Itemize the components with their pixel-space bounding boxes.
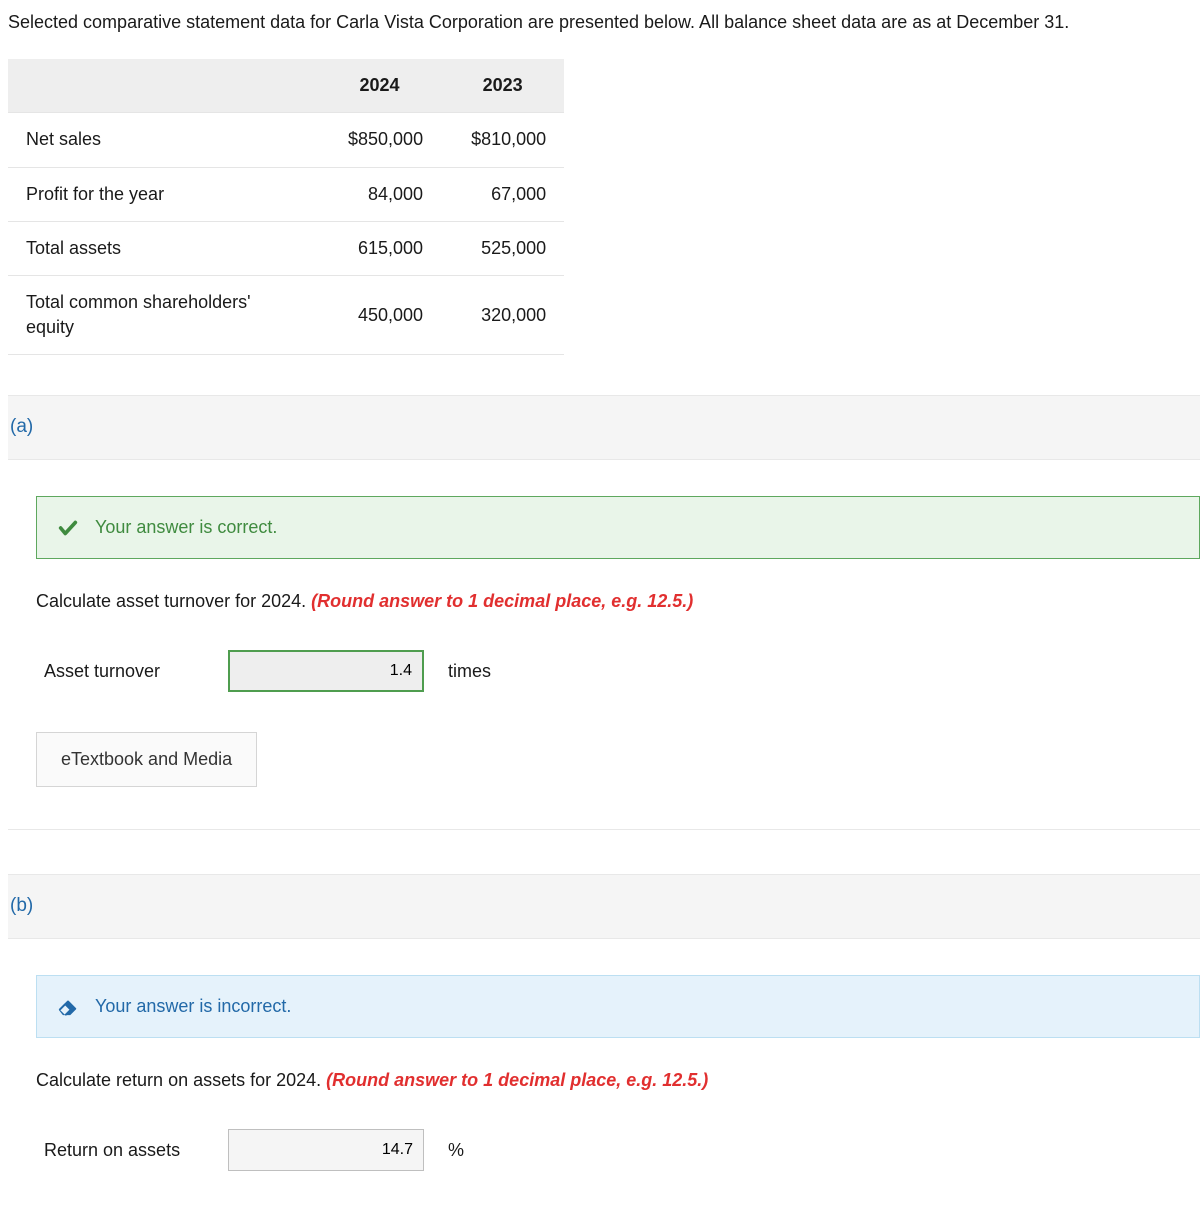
answer-unit: times <box>448 659 491 684</box>
part-b-label: (b) <box>8 874 1200 939</box>
prompt-hint: (Round answer to 1 decimal place, e.g. 1… <box>311 591 693 611</box>
col-header-2023: 2023 <box>441 59 564 113</box>
checkmark-icon <box>57 517 79 539</box>
part-a-label: (a) <box>8 395 1200 460</box>
return-on-assets-input[interactable] <box>228 1129 424 1171</box>
part-a-prompt: Calculate asset turnover for 2024. (Roun… <box>36 589 1200 614</box>
etextbook-media-button[interactable]: eTextbook and Media <box>36 732 257 787</box>
intro-text: Selected comparative statement data for … <box>8 10 1200 35</box>
feedback-text: Your answer is correct. <box>95 515 277 540</box>
eraser-icon <box>57 995 79 1017</box>
table-row: Profit for the year 84,000 67,000 <box>8 167 564 221</box>
asset-turnover-input[interactable] <box>228 650 424 692</box>
cell-value: 84,000 <box>318 167 441 221</box>
cell-value: $850,000 <box>318 113 441 167</box>
feedback-incorrect-banner: Your answer is incorrect. <box>36 975 1200 1038</box>
table-row: Net sales $850,000 $810,000 <box>8 113 564 167</box>
cell-value: 615,000 <box>318 221 441 275</box>
feedback-text: Your answer is incorrect. <box>95 994 291 1019</box>
part-a-answer-row: Asset turnover times <box>44 650 1200 692</box>
cell-value: 450,000 <box>318 275 441 354</box>
part-b-answer-row: Return on assets % <box>44 1129 1200 1171</box>
col-header-2024: 2024 <box>318 59 441 113</box>
prompt-main: Calculate return on assets for 2024. <box>36 1070 326 1090</box>
prompt-hint: (Round answer to 1 decimal place, e.g. 1… <box>326 1070 708 1090</box>
cell-value: $810,000 <box>441 113 564 167</box>
cell-value: 320,000 <box>441 275 564 354</box>
row-label: Profit for the year <box>8 167 318 221</box>
prompt-main: Calculate asset turnover for 2024. <box>36 591 311 611</box>
table-row: Total assets 615,000 525,000 <box>8 221 564 275</box>
financial-data-table: 2024 2023 Net sales $850,000 $810,000 Pr… <box>8 59 564 355</box>
row-label: Total common shareholders' equity <box>8 275 318 354</box>
row-label: Net sales <box>8 113 318 167</box>
row-label: Total assets <box>8 221 318 275</box>
answer-unit: % <box>448 1138 464 1163</box>
cell-value: 67,000 <box>441 167 564 221</box>
part-b-prompt: Calculate return on assets for 2024. (Ro… <box>36 1068 1200 1093</box>
answer-label: Asset turnover <box>44 659 194 684</box>
cell-value: 525,000 <box>441 221 564 275</box>
table-corner <box>8 59 318 113</box>
answer-label: Return on assets <box>44 1138 194 1163</box>
table-row: Total common shareholders' equity 450,00… <box>8 275 564 354</box>
feedback-correct-banner: Your answer is correct. <box>36 496 1200 559</box>
